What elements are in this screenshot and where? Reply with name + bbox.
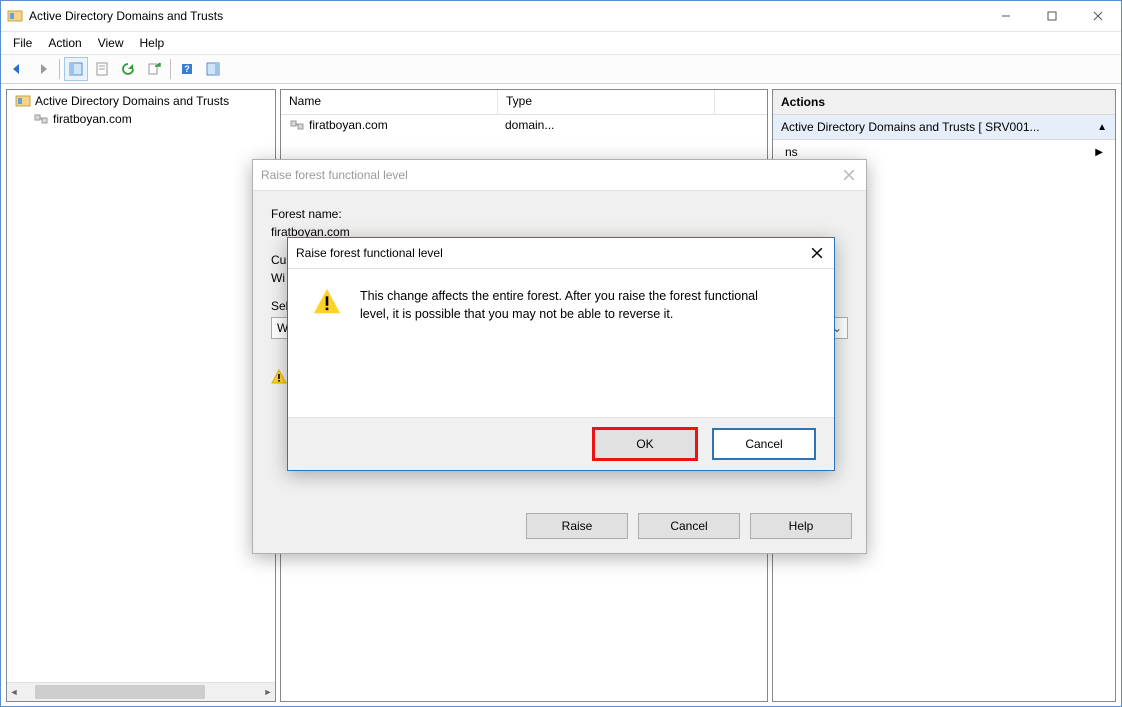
domain-icon <box>33 111 49 127</box>
row-type: domain... <box>497 115 562 135</box>
maximize-button[interactable] <box>1029 1 1075 31</box>
app-window: Active Directory Domains and Trusts File… <box>0 0 1122 707</box>
tree-root[interactable]: Active Directory Domains and Trusts <box>9 92 273 110</box>
minimize-button[interactable] <box>983 1 1029 31</box>
cancel-button[interactable]: Cancel <box>638 513 740 539</box>
ok-button[interactable]: OK <box>592 427 698 461</box>
dlg2-body: This change affects the entire forest. A… <box>288 269 834 323</box>
domain-icon <box>289 117 305 133</box>
menu-action[interactable]: Action <box>40 34 89 52</box>
menu-view[interactable]: View <box>90 34 132 52</box>
col-type[interactable]: Type <box>498 90 715 114</box>
tree-root-label: Active Directory Domains and Trusts <box>35 94 229 108</box>
tree-node-label: firatboyan.com <box>53 112 132 126</box>
close-icon <box>811 247 823 259</box>
export-button[interactable] <box>142 57 166 81</box>
back-button[interactable] <box>5 57 29 81</box>
dlg2-title: Raise forest functional level <box>296 246 443 260</box>
help-button[interactable]: Help <box>750 513 852 539</box>
svg-text:?: ? <box>184 64 190 74</box>
dlg2-message: This change affects the entire forest. A… <box>360 287 770 323</box>
raise-button[interactable]: Raise <box>526 513 628 539</box>
chevron-up-icon: ▲ <box>1097 122 1107 133</box>
cancel-button[interactable]: Cancel <box>712 428 816 460</box>
warning-icon <box>271 369 287 385</box>
dlg1-close-button[interactable] <box>840 166 858 184</box>
dlg2-buttons: OK Cancel <box>288 417 834 470</box>
forest-name-label: Forest name: <box>271 207 848 221</box>
titlebar: Active Directory Domains and Trusts <box>1 1 1121 32</box>
properties-button[interactable] <box>90 57 114 81</box>
domains-icon <box>15 93 31 109</box>
list-header: Name Type <box>281 90 767 115</box>
actions-selected[interactable]: Active Directory Domains and Trusts [ SR… <box>773 115 1115 140</box>
window-title: Active Directory Domains and Trusts <box>29 9 983 23</box>
scroll-right-icon[interactable]: ► <box>261 685 275 699</box>
menubar: File Action View Help <box>1 32 1121 55</box>
confirm-dialog: Raise forest functional level This chang… <box>287 237 835 471</box>
dlg1-buttons: Raise Cancel Help <box>526 513 852 539</box>
tree-node-domain[interactable]: firatboyan.com <box>9 110 273 128</box>
forward-button[interactable] <box>31 57 55 81</box>
list-row[interactable]: firatboyan.com domain... <box>281 115 767 135</box>
menu-help[interactable]: Help <box>132 34 173 52</box>
toolbar: ? <box>1 55 1121 84</box>
close-button[interactable] <box>1075 1 1121 31</box>
dlg1-title: Raise forest functional level <box>261 168 408 182</box>
col-name[interactable]: Name <box>281 90 498 114</box>
tree-scrollbar-x[interactable]: ◄ ► <box>7 682 275 701</box>
dlg2-titlebar: Raise forest functional level <box>288 238 834 269</box>
help-button[interactable]: ? <box>175 57 199 81</box>
scroll-left-icon[interactable]: ◄ <box>7 685 21 699</box>
actions-pane-button[interactable] <box>201 57 225 81</box>
actions-more-label: ns <box>785 145 798 159</box>
tree-body: Active Directory Domains and Trusts fira… <box>7 90 275 682</box>
tree-pane: Active Directory Domains and Trusts fira… <box>6 89 276 702</box>
actions-title: Actions <box>773 90 1115 115</box>
show-tree-button[interactable] <box>64 57 88 81</box>
toolbar-sep2 <box>170 59 171 79</box>
scroll-thumb[interactable] <box>35 685 205 699</box>
dlg1-titlebar: Raise forest functional level <box>253 160 866 191</box>
menu-file[interactable]: File <box>5 34 40 52</box>
actions-selected-label: Active Directory Domains and Trusts [ SR… <box>781 120 1040 134</box>
close-icon <box>843 169 855 181</box>
app-icon <box>7 8 23 24</box>
row-name: firatboyan.com <box>309 118 388 132</box>
chevron-right-icon: ▶ <box>1095 147 1103 158</box>
refresh-button[interactable] <box>116 57 140 81</box>
warning-icon <box>312 287 342 317</box>
toolbar-sep <box>59 59 60 79</box>
dlg2-close-button[interactable] <box>808 244 826 262</box>
